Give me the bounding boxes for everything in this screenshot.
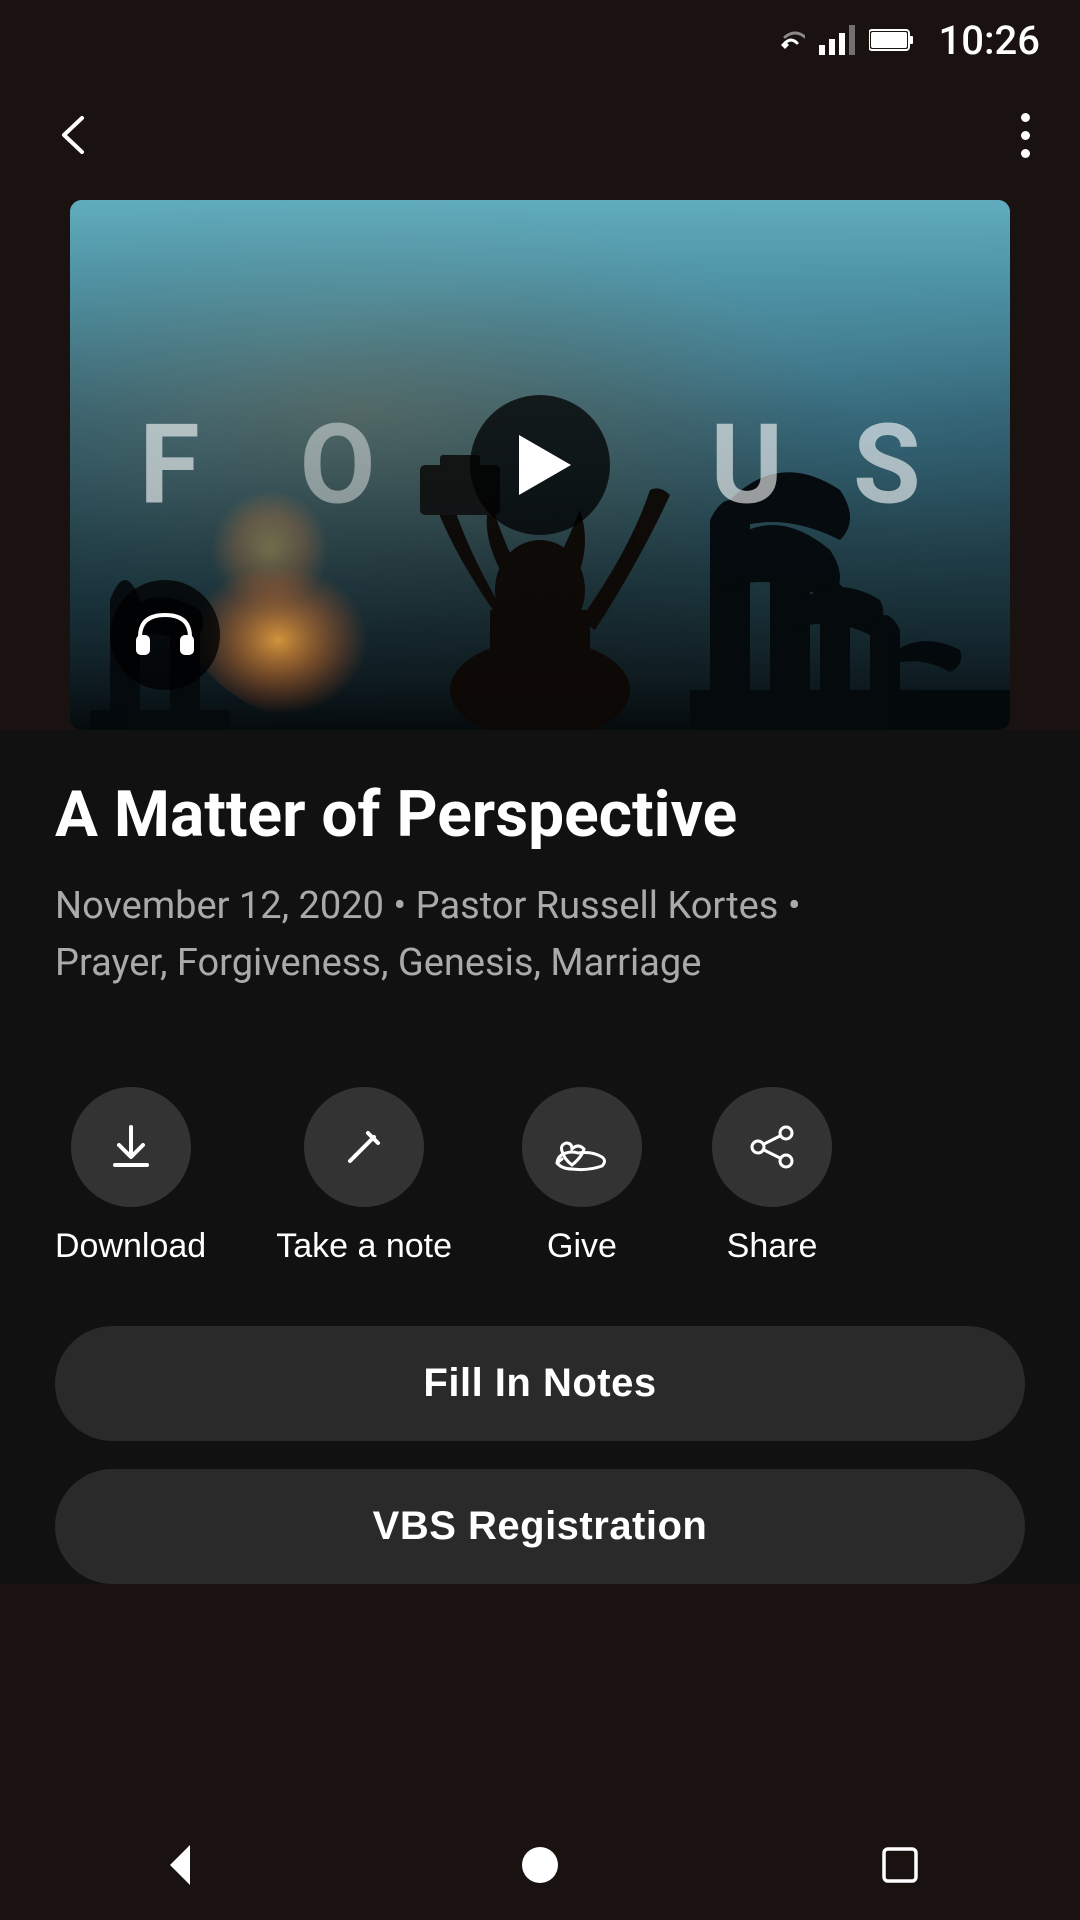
fill-notes-button[interactable]: Fill In Notes [55, 1326, 1025, 1441]
back-nav-icon [154, 1839, 206, 1891]
nav-recents-button[interactable] [859, 1824, 941, 1906]
battery-icon [869, 27, 915, 53]
nav-back-button[interactable] [139, 1824, 221, 1906]
sermon-pastor: Pastor Russell Kortes [416, 884, 779, 928]
download-action[interactable]: Download [55, 1087, 206, 1266]
separator1: • [384, 884, 416, 928]
take-note-action[interactable]: Take a note [276, 1087, 452, 1266]
video-thumbnail: F O U S [70, 200, 1010, 730]
sermon-date: November 12, 2020 [55, 884, 384, 928]
signal-icon [819, 25, 855, 55]
share-action[interactable]: Share [712, 1087, 832, 1266]
note-circle [304, 1087, 424, 1207]
share-label: Share [727, 1227, 818, 1266]
home-nav-icon [514, 1839, 566, 1891]
give-icon [552, 1121, 612, 1173]
separator2: • [778, 884, 800, 928]
headphones-icon [134, 607, 196, 663]
share-circle [712, 1087, 832, 1207]
give-action[interactable]: Give [522, 1087, 642, 1266]
dot [1021, 113, 1030, 122]
share-icon [746, 1121, 798, 1173]
sermon-meta: November 12, 2020 • Pastor Russell Korte… [55, 878, 1025, 992]
status-icons: 10:26 [765, 17, 1040, 64]
download-icon [105, 1121, 157, 1173]
top-nav [0, 80, 1080, 190]
bottom-nav [0, 1810, 1080, 1920]
status-time: 10:26 [939, 17, 1040, 64]
wifi-icon [765, 25, 805, 55]
headphones-button[interactable] [110, 580, 220, 690]
more-options-button[interactable] [1011, 103, 1040, 168]
sermon-title: A Matter of Perspective [55, 780, 1025, 850]
note-label: Take a note [276, 1227, 452, 1266]
download-circle [71, 1087, 191, 1207]
download-label: Download [55, 1227, 206, 1266]
status-bar: 10:26 [0, 0, 1080, 80]
big-buttons-section: Fill In Notes VBS Registration [0, 1296, 1080, 1584]
dot [1021, 149, 1030, 158]
nav-home-button[interactable] [499, 1824, 581, 1906]
vbs-registration-button[interactable]: VBS Registration [55, 1469, 1025, 1584]
actions-row: Download Take a note Give [0, 1032, 1080, 1296]
play-button[interactable] [470, 395, 610, 535]
play-icon [519, 435, 571, 495]
content-section: A Matter of Perspective November 12, 202… [0, 730, 1080, 1032]
note-icon [338, 1121, 390, 1173]
dot [1021, 131, 1030, 140]
give-label: Give [547, 1227, 617, 1266]
back-button[interactable] [40, 100, 110, 170]
sermon-tags: Prayer, Forgiveness, Genesis, Marriage [55, 941, 701, 985]
give-circle [522, 1087, 642, 1207]
square-nav-icon [874, 1839, 926, 1891]
